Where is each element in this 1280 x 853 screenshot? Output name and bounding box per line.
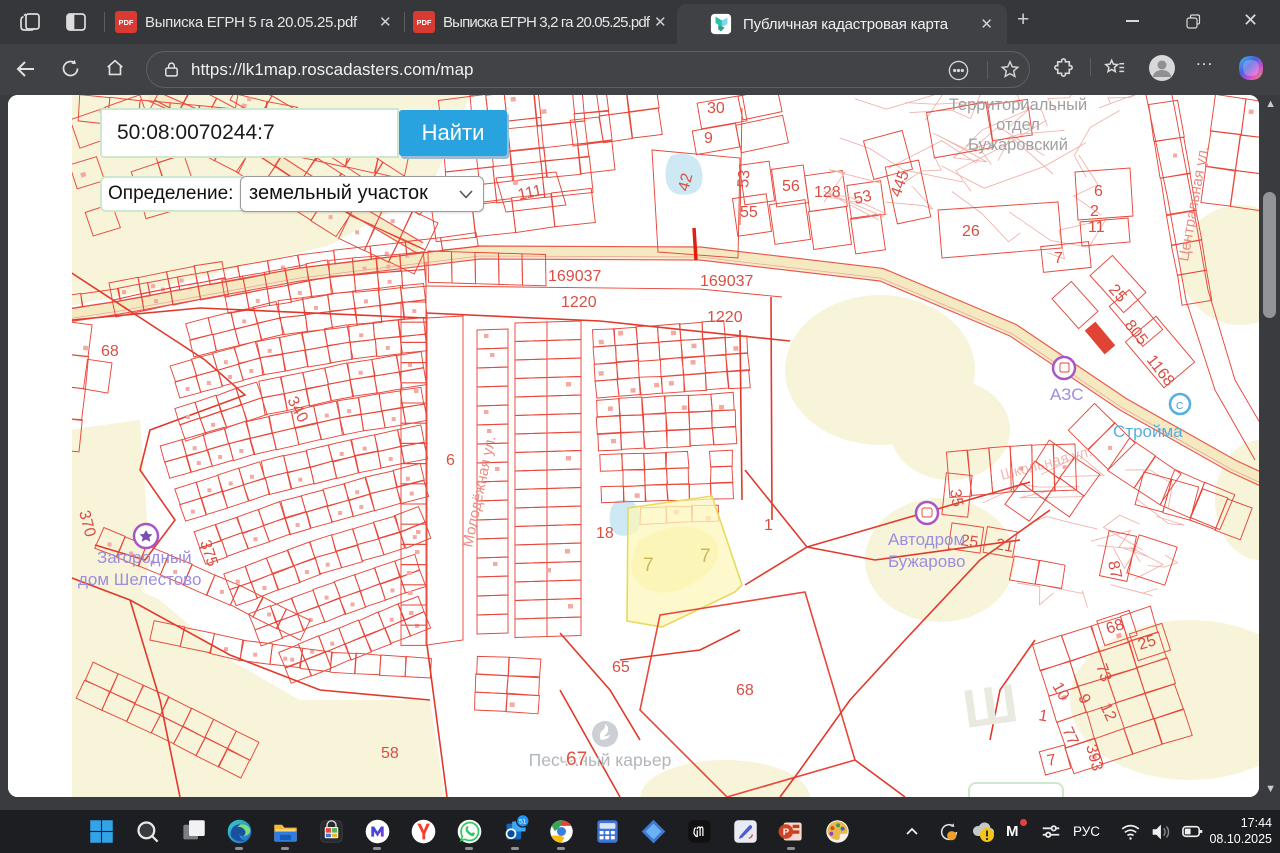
svg-text:128: 128 [814,184,841,201]
svg-text:1: 1 [764,517,773,534]
svg-text:дом Шелестово: дом Шелестово [78,570,201,589]
svg-text:68: 68 [101,343,119,360]
svg-text:АЗС: АЗС [1050,385,1084,404]
svg-text:7: 7 [1054,250,1063,267]
svg-text:56: 56 [782,178,800,195]
svg-text:7: 7 [643,555,654,576]
svg-text:6: 6 [1094,183,1103,200]
svg-text:21: 21 [994,536,1015,556]
svg-text:Бужарово: Бужарово [888,552,966,571]
svg-text:53: 53 [852,188,873,208]
svg-text:1220: 1220 [707,309,743,326]
svg-text:Песчаный карьер: Песчаный карьер [529,750,672,770]
svg-text:11: 11 [1088,219,1105,236]
svg-text:отдел: отдел [996,116,1040,134]
svg-text:Бужаровский: Бужаровский [968,136,1068,154]
svg-text:26: 26 [962,223,980,240]
svg-text:67: 67 [566,749,587,770]
svg-text:55: 55 [740,204,758,221]
svg-text:C: C [1176,401,1183,412]
svg-text:7: 7 [700,546,711,567]
svg-text:18: 18 [596,525,614,542]
svg-text:30: 30 [707,100,725,117]
svg-text:68: 68 [736,682,754,699]
svg-text:Стройма: Стройма [1113,422,1183,441]
svg-text:6: 6 [446,452,455,469]
svg-text:Автодром: Автодром [888,530,965,549]
svg-text:1220: 1220 [561,294,597,311]
svg-text:169037: 169037 [700,273,753,290]
svg-text:Ш: Ш [959,673,1021,740]
svg-text:Загородный: Загородный [97,548,192,567]
svg-text:Территориальный: Территориальный [949,96,1087,114]
svg-text:2: 2 [1090,203,1099,220]
svg-text:169037: 169037 [548,268,601,285]
svg-text:35: 35 [946,488,966,509]
svg-text:65: 65 [612,659,630,676]
svg-text:53: 53 [735,169,753,188]
svg-text:9: 9 [704,130,713,147]
svg-text:58: 58 [381,745,399,762]
svg-text:87: 87 [1104,559,1124,580]
